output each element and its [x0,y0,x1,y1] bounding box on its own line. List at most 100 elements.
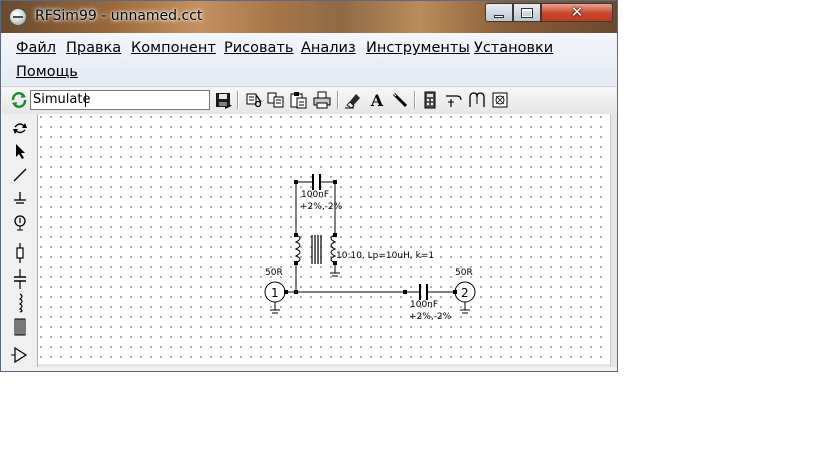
rotate-icon [13,123,27,134]
cut-button[interactable] [244,90,264,110]
cap-top-tolerance-label: +2%,-2% [300,202,343,212]
menu-analysis[interactable]: Анализ [301,40,356,56]
print-button[interactable] [312,90,332,110]
menu-file[interactable]: Файл [16,40,56,56]
toolbar-separator [414,91,416,109]
node-dot [294,290,298,294]
menu-bar: Файл Правка Компонент Рисовать Анализ Ин… [2,33,616,85]
save-button[interactable] [213,90,233,110]
port1-impedance-label: 50R [265,268,283,278]
transformer-label: 10:10, Lp=10uH, k=1 [336,251,434,261]
menu-tools[interactable]: Инструменты [366,40,470,56]
save-icon [216,93,230,107]
resistor-icon [16,243,24,263]
window-title: RFSim99 - unnamed.cct [35,8,203,24]
app-icon[interactable] [9,8,27,26]
select-arrow-icon [16,144,25,159]
maximize-button[interactable] [513,3,541,22]
node-dot [294,180,298,184]
simulate-combobox[interactable]: Simulate ▶ [30,90,232,111]
print-icon [313,91,331,109]
eraser-icon [345,94,360,109]
horizontal-scrollbar[interactable] [38,364,610,367]
inductor-tool-button[interactable] [467,90,487,110]
inductor-icon [18,293,23,313]
smith-chart-icon [492,92,508,108]
minimize-button[interactable] [485,3,513,22]
toolbar-separator [337,91,339,109]
node-dot [403,290,407,294]
port-icon [14,215,26,231]
capacitor-right[interactable] [419,284,428,300]
maximize-icon [521,7,533,18]
calculator-button[interactable] [420,90,440,110]
amplifier-button[interactable] [9,344,31,366]
calculator-icon [424,91,436,109]
ground-icon [14,192,26,204]
node-dot [284,290,288,294]
schematic-drawing: 100nF +2%,-2% 10:10, Lp=10uH, k=1 50R 1 … [264,174,476,322]
port-button[interactable] [9,212,31,234]
ground-symbol [330,272,340,277]
transformer[interactable] [294,234,337,264]
capacitor-top[interactable] [312,174,321,190]
paste-icon [290,92,307,109]
port1-number: 1 [271,286,279,300]
eraser-button[interactable] [343,90,363,110]
node-dot [453,290,457,294]
node-dot [294,261,298,265]
transformer-button[interactable] [9,316,31,338]
text-tool-button[interactable]: A [367,90,387,110]
copy-button[interactable] [266,90,286,110]
app-window: RFSim99 - unnamed.cct ✕ Файл Правка Комп… [0,0,618,372]
toolbar-separator [237,91,239,109]
wire-icon [13,168,27,182]
port2-number: 2 [461,286,469,300]
title-bar[interactable]: RFSim99 - unnamed.cct ✕ [1,1,617,33]
capacitor-button[interactable] [9,268,31,290]
cap-right-value-label: 100nF [410,300,438,310]
smith-chart-button[interactable] [490,90,510,110]
copy-icon [267,92,284,108]
cap-right-tolerance-label: +2%,-2% [409,312,452,322]
inductor-button[interactable] [9,292,31,314]
refresh-icon [11,92,27,108]
pencil-button[interactable] [390,90,410,110]
close-icon: ✕ [570,3,584,21]
node-dot [333,180,337,184]
resistor-button[interactable] [9,242,31,264]
menu-edit[interactable]: Правка [66,40,121,56]
wire-button[interactable] [9,164,31,186]
text-icon: A [370,90,384,110]
capacitor-icon [14,269,26,289]
cut-icon [246,93,262,108]
menu-component[interactable]: Компонент [131,40,216,56]
line-tool-button[interactable] [444,90,464,110]
node-dot [333,233,337,237]
line-tool-icon [446,95,462,107]
toolbar: Simulate ▶ [2,86,616,115]
node-dot [294,233,298,237]
schematic-canvas[interactable]: 100nF +2%,-2% 10:10, Lp=10uH, k=1 50R 1 … [38,114,610,364]
ground-button[interactable] [9,188,31,210]
vertical-scrollbar[interactable] [610,114,617,367]
rotate-button[interactable] [9,117,31,139]
refresh-button[interactable] [9,90,29,110]
transformer-icon [14,318,26,336]
cap-top-value-label: 100nF [301,190,329,200]
port2-impedance-label: 50R [455,268,473,278]
amplifier-icon [11,346,28,364]
pencil-icon [392,92,408,108]
text-caret [85,93,86,107]
select-arrow-button[interactable] [9,140,31,162]
menu-help[interactable]: Помощь [16,64,78,80]
component-palette [2,114,38,367]
inductor-tool-icon [469,92,485,107]
menu-settings[interactable]: Установки [474,40,553,56]
paste-button[interactable] [289,90,309,110]
close-button[interactable]: ✕ [541,3,613,22]
node-dot [333,261,337,265]
menu-draw[interactable]: Рисовать [224,40,293,56]
minimize-icon [494,14,504,18]
simulate-combobox-value: Simulate [33,92,91,107]
